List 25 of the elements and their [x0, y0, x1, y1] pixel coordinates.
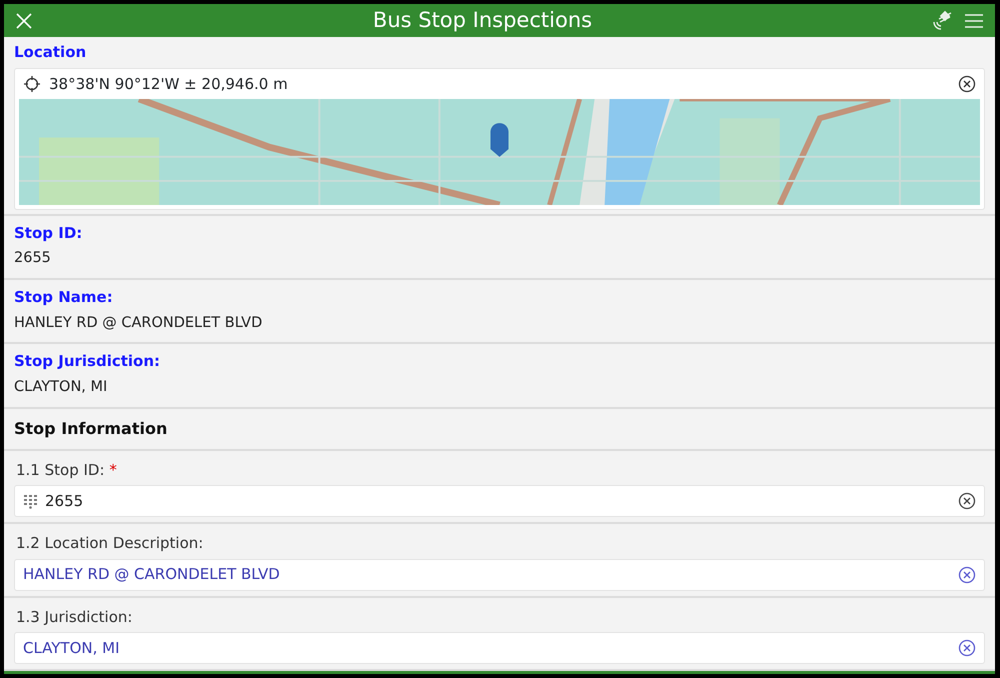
close-icon[interactable]	[14, 10, 34, 31]
field-value: 2655	[14, 249, 52, 268]
clear-icon[interactable]	[958, 639, 976, 657]
field-label: Location	[14, 42, 88, 64]
field-label: Stop ID:	[14, 222, 84, 244]
field-label: 1.2 Location Description:	[16, 534, 204, 552]
keypad-icon	[23, 493, 39, 509]
crosshair-icon	[23, 74, 41, 93]
field-value: CLAYTON, MI	[14, 378, 108, 397]
clear-icon[interactable]	[958, 492, 976, 510]
field-label: 1.3 Jurisdiction:	[16, 608, 132, 626]
field-label: Stop Name:	[14, 287, 114, 308]
coordinates-text: 38°38'N 90°12'W ± 20,946.0 m	[49, 74, 289, 94]
input-field[interactable]: 2655	[14, 485, 985, 517]
input-field[interactable]: CLAYTON, MI	[14, 632, 985, 664]
field-label: Stop Jurisdiction:	[14, 351, 162, 372]
clear-icon[interactable]	[958, 566, 976, 584]
field-value: HANLEY RD @ CARONDELET BLVD	[14, 314, 264, 332]
section-heading: Stop Information	[4, 408, 995, 450]
app-title: Bus Stop Inspections	[372, 6, 594, 34]
clear-icon[interactable]	[958, 74, 976, 93]
input-field[interactable]: HANLEY RD @ CARONDELET BLVD	[14, 558, 985, 590]
field-label: 1.1 Stop ID:	[16, 460, 105, 478]
satellite-icon[interactable]	[931, 10, 953, 32]
required-mark: *	[109, 460, 117, 478]
